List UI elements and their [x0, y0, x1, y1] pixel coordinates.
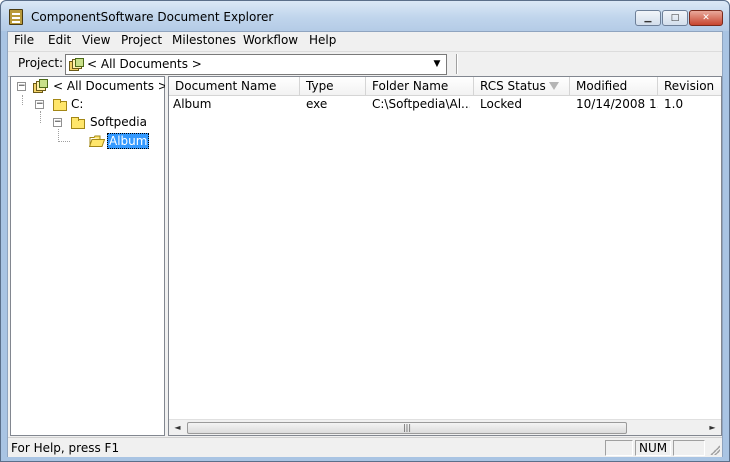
menu-milestones[interactable]: Milestones	[172, 33, 236, 47]
tree-item-all-documents[interactable]: − < All Documents >	[11, 79, 168, 95]
column-header-revision[interactable]: Revision	[658, 77, 721, 96]
maximize-button[interactable]: □	[662, 10, 688, 26]
cell-type: exe	[306, 97, 328, 111]
column-header-folder-name[interactable]: Folder Name	[366, 77, 474, 96]
folder-icon	[71, 117, 85, 129]
window-title: ComponentSoftware Document Explorer	[31, 10, 274, 24]
toolbar-separator	[456, 54, 458, 74]
title-bar[interactable]: ComponentSoftware Document Explorer ▁ □ …	[1, 1, 729, 31]
cell-modified: 10/14/2008 1...	[576, 97, 658, 111]
menu-help[interactable]: Help	[309, 33, 336, 47]
minimize-button[interactable]: ▁	[635, 10, 661, 26]
scroll-left-icon[interactable]: ◄	[169, 420, 186, 435]
horizontal-scrollbar[interactable]: ◄ ||| ►	[169, 419, 721, 435]
tree-item-drive-c[interactable]: − C:	[11, 97, 161, 113]
folder-icon	[53, 99, 67, 111]
document-list[interactable]: Document Name Type Folder Name RCS Statu…	[168, 76, 722, 436]
column-header-document-name[interactable]: Document Name	[169, 77, 300, 96]
menu-bar: File Edit View Project Milestones Workfl…	[8, 32, 722, 50]
list-header: Document Name Type Folder Name RCS Statu…	[169, 77, 721, 96]
tree-item-label: C:	[71, 97, 84, 111]
client-area: File Edit View Project Milestones Workfl…	[7, 31, 723, 457]
tree-item-label: < All Documents >	[53, 79, 168, 93]
menu-edit[interactable]: Edit	[48, 33, 71, 47]
menu-file[interactable]: File	[14, 33, 34, 47]
chevron-down-icon[interactable]: ▼	[429, 56, 445, 73]
tree-item-softpedia[interactable]: − Softpedia	[11, 115, 161, 131]
collapse-icon[interactable]: −	[17, 82, 26, 91]
documents-icon	[69, 58, 84, 71]
tree-item-album[interactable]: Album	[11, 133, 161, 149]
cell-folder-name: C:\Softpedia\Al...	[372, 97, 470, 111]
folder-tree[interactable]: − < All Documents > − C: − Softpedia Alb…	[10, 76, 168, 436]
collapse-icon[interactable]: −	[35, 100, 44, 109]
collapse-icon[interactable]: −	[53, 118, 62, 127]
project-select[interactable]: < All Documents > ▼	[65, 54, 447, 75]
column-header-label: RCS Status	[480, 79, 546, 93]
column-header-type[interactable]: Type	[300, 77, 366, 96]
open-folder-icon	[89, 135, 105, 147]
sort-descending-icon	[549, 82, 559, 90]
column-header-modified[interactable]: Modified	[570, 77, 658, 96]
project-select-value: < All Documents >	[87, 57, 202, 71]
project-label: Project:	[18, 56, 64, 70]
documents-icon	[33, 79, 48, 93]
scrollbar-thumb[interactable]: |||	[187, 422, 627, 434]
menu-workflow[interactable]: Workflow	[243, 33, 298, 47]
scroll-right-icon[interactable]: ►	[704, 420, 721, 435]
status-panel-3	[673, 440, 705, 456]
cell-revision: 1.0	[664, 97, 684, 111]
tree-item-label-selected: Album	[107, 133, 150, 149]
table-row[interactable]: Album exe C:\Softpedia\Al... Locked 10/1…	[169, 96, 721, 112]
close-button[interactable]: ✕	[689, 10, 723, 26]
app-icon	[9, 9, 23, 25]
menu-project[interactable]: Project	[121, 33, 162, 47]
status-panel-1	[605, 440, 633, 456]
app-window: ComponentSoftware Document Explorer ▁ □ …	[0, 0, 730, 462]
project-toolbar: Project: < All Documents > ▼	[8, 51, 722, 77]
status-help-text: For Help, press F1	[11, 441, 120, 455]
column-header-rcs-status[interactable]: RCS Status	[474, 77, 570, 96]
status-bar: For Help, press F1 NUM	[8, 437, 722, 457]
tree-item-label: Softpedia	[90, 115, 147, 129]
cell-document-name: Album	[173, 97, 212, 111]
menu-view[interactable]: View	[82, 33, 110, 47]
status-panel-num: NUM	[635, 440, 671, 456]
cell-rcs-status: Locked	[480, 97, 522, 111]
resize-grip-icon[interactable]	[710, 445, 720, 455]
